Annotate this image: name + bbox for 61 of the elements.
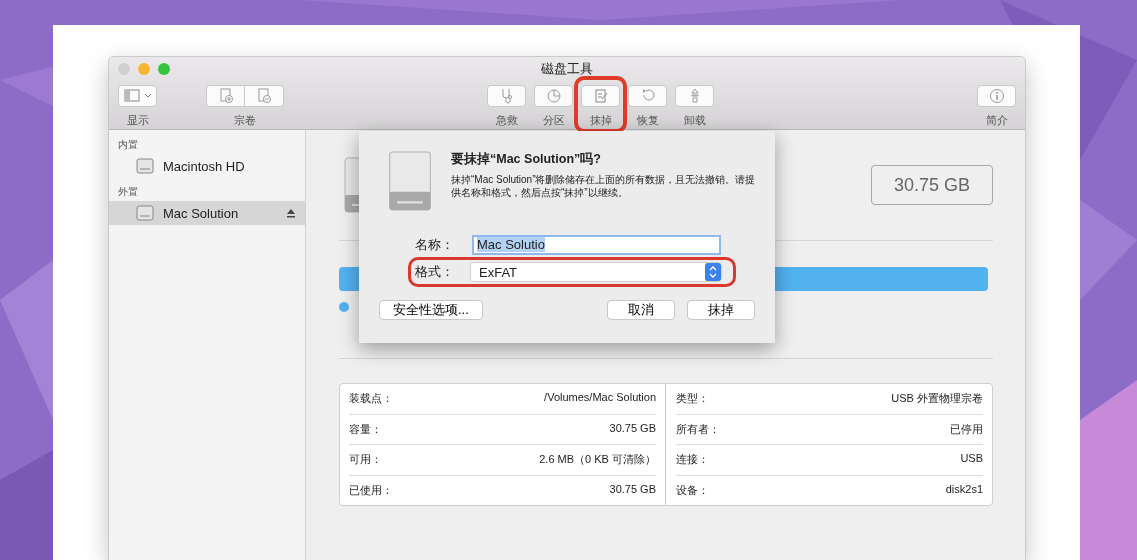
sidebar-heading: 内置	[117, 138, 139, 152]
toolbar-label: 简介	[985, 113, 1008, 128]
chevron-down-icon	[143, 93, 152, 99]
sidebar-item[interactable]: Mac Solution	[109, 201, 305, 225]
add-icon	[217, 88, 234, 104]
toolbar-button[interactable]	[118, 85, 157, 107]
info-label: 设备：	[676, 482, 709, 498]
info-label: 装载点：	[349, 391, 393, 407]
toolbar-button[interactable]	[675, 85, 714, 107]
toolbar-button[interactable]	[628, 85, 667, 107]
toolbar-button[interactable]	[487, 85, 526, 107]
info-value: disk2s1	[945, 482, 983, 497]
window-title: 磁盘工具	[540, 60, 594, 78]
toolbar-button[interactable]	[581, 85, 620, 107]
toolbar-button[interactable]	[977, 85, 1016, 107]
dialog-title: 要抹掉“Mac Solution”吗?	[451, 151, 602, 168]
toolbar-label: 卸载	[683, 113, 706, 128]
info-label: 类型：	[676, 391, 709, 407]
dialog-button[interactable]: 取消	[607, 300, 675, 320]
field-label: 名称：	[415, 236, 455, 254]
toolbar-label: 分区	[542, 113, 565, 128]
stepper-icon	[705, 263, 721, 281]
info-label: 容量：	[349, 421, 382, 437]
info-value: 2.6 MB（0 KB 可清除）	[539, 452, 656, 468]
info-label: 可用：	[349, 452, 382, 468]
info-value: /Volumes/Mac Solution	[544, 391, 656, 406]
info-label: 所有者：	[676, 421, 720, 437]
erase-icon	[592, 88, 609, 104]
toolbar-button[interactable]	[206, 85, 245, 107]
field-label: 格式：	[415, 263, 455, 281]
dialog-button[interactable]: 抹掉	[687, 300, 755, 320]
dialog-message: 抹掉“Mac Solution”将删除储存在上面的所有数据，且无法撤销。请提供名称和格式，然后点按“抹掉”以继续。	[451, 173, 757, 199]
minimize-button[interactable]	[138, 63, 150, 75]
info-value: USB	[960, 452, 983, 467]
legend-dot	[339, 302, 349, 312]
info-value: 30.75 GB	[609, 421, 656, 436]
info-label: 连接：	[676, 452, 709, 468]
sidebar-heading: 外置	[117, 185, 139, 199]
toolbar-button[interactable]	[534, 85, 573, 107]
sidebar-icon	[123, 88, 140, 104]
toolbar-label: 抹掉	[589, 113, 612, 128]
toolbar-button[interactable]	[245, 85, 284, 107]
capacity-label: 30.75 GB	[870, 165, 993, 205]
info-value: 已停用	[950, 421, 983, 437]
name-field[interactable]: Mac Solutio	[472, 235, 721, 255]
toolbar-label: 显示	[126, 113, 149, 128]
sidebar-item[interactable]: Macintosh HD	[109, 154, 305, 178]
toolbar-label: 宗卷	[234, 113, 256, 128]
eject-icon[interactable]	[286, 208, 296, 218]
info-label: 已使用：	[349, 482, 393, 498]
format-dropdown[interactable]: ExFAT	[470, 262, 722, 282]
toolbar-label: 急救	[495, 113, 518, 128]
close-button[interactable]	[118, 63, 130, 75]
zoom-button[interactable]	[158, 63, 170, 75]
partition-icon	[545, 88, 562, 104]
info-icon	[988, 88, 1005, 104]
toolbar-label: 恢复	[636, 113, 659, 128]
info-value: 30.75 GB	[609, 482, 656, 497]
security-options-button[interactable]: 安全性选项...	[379, 300, 483, 320]
remove-icon	[256, 88, 272, 104]
info-value: USB 外置物理宗卷	[891, 391, 983, 407]
